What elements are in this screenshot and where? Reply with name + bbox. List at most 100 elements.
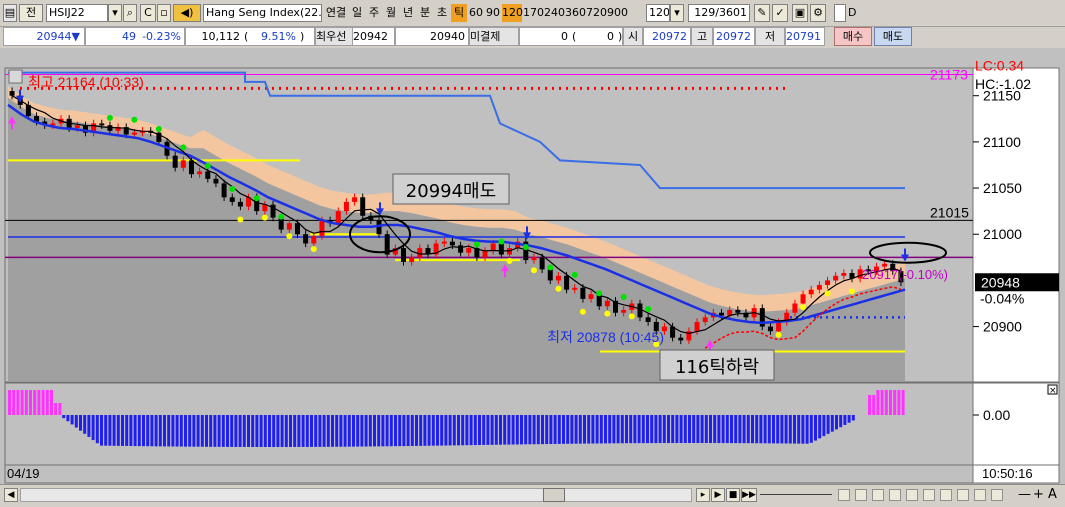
osc-bar-negative (499, 415, 502, 445)
period-5-button[interactable]: 분 (417, 4, 433, 22)
d-checkbox[interactable] (834, 4, 846, 22)
period-13-button[interactable]: 360 (565, 4, 586, 22)
period-1-button[interactable]: 일 (349, 4, 365, 22)
candle-body (588, 294, 594, 299)
period-12-button[interactable]: 240 (544, 4, 565, 22)
order-mode-select[interactable]: 전 (19, 4, 43, 22)
osc-bar-negative (70, 415, 74, 425)
osc-bar-negative (398, 415, 402, 447)
symbol-dropdown-icon[interactable]: ▾ (108, 4, 122, 22)
osc-bar-negative (410, 415, 414, 446)
yellow-signal-dot (579, 308, 586, 315)
tick-unit-field[interactable]: 120 (646, 4, 670, 22)
osc-bar-negative (658, 415, 662, 444)
period-4-button[interactable]: 년 (400, 4, 416, 22)
price-chart[interactable]: 20994매도 116틱하락 최고 21164 (10:33) 최저 20878 (1… (0, 48, 1065, 484)
fan-tool-icon[interactable] (906, 489, 918, 501)
osc-bar-negative (272, 415, 276, 447)
indicator-tool-icon[interactable]: ✓ (772, 4, 788, 22)
osc-bar-positive (884, 390, 888, 415)
osc-bar-negative (692, 415, 696, 444)
osc-bar-negative (494, 415, 498, 445)
fib-tool-icon[interactable] (889, 489, 901, 501)
period-0-button[interactable]: 연결 (324, 4, 348, 22)
buy-button[interactable]: 매수 (834, 27, 872, 46)
quote-row: 20944▼ 49 -0.23% 10,112 ( 9.51% ) 최우선 20… (0, 27, 1065, 47)
high-value: 20972 (713, 27, 755, 46)
osc-bar-negative (305, 415, 309, 447)
green-signal-dot (522, 244, 529, 251)
current-price-tag: 20948 (981, 274, 1020, 290)
period-3-button[interactable]: 월 (383, 4, 399, 22)
osc-bar-negative (196, 415, 200, 447)
zoom-in-icon[interactable]: + (1033, 487, 1044, 502)
screen-number-icon[interactable]: ▤ (3, 4, 17, 22)
scroll-left-icon[interactable]: ◀ (4, 488, 18, 502)
speed-slider[interactable] (760, 494, 832, 495)
osc-bar-negative (217, 415, 221, 447)
symbol-input[interactable]: HSIJ22 (46, 4, 108, 22)
font-size-icon[interactable]: A (1048, 487, 1057, 502)
osc-bar-negative (331, 415, 334, 447)
cycle-tool-icon[interactable] (957, 489, 969, 501)
rect3-tool-icon[interactable] (872, 489, 884, 501)
candle-body (645, 317, 651, 322)
osc-bar-negative (503, 415, 507, 445)
settings-gear-icon[interactable]: ⚙ (810, 4, 826, 22)
osc-bar-negative (100, 415, 103, 446)
play-button[interactable]: ▶ (711, 488, 725, 502)
zoom-out-icon[interactable]: — (1018, 487, 1031, 502)
osc-bar-negative (436, 415, 439, 446)
osc-bar-negative (751, 415, 754, 444)
osc-bar-negative (520, 415, 523, 445)
draw-tool-icon[interactable]: ✎ (754, 4, 770, 22)
level-21015-label: 21015 (930, 204, 969, 220)
candle-body (498, 243, 504, 255)
osc-bar-negative (373, 415, 376, 447)
period-14-button[interactable]: 720 (586, 4, 607, 22)
stop-button[interactable]: ■ (726, 488, 740, 502)
osc-bar-negative (419, 415, 423, 446)
chart-grid-icon[interactable] (8, 69, 23, 84)
period-2-button[interactable]: 주 (366, 4, 382, 22)
osc-bar-negative (415, 415, 418, 446)
scroll-thumb[interactable] (543, 488, 565, 502)
period-10-button[interactable]: 120 (502, 4, 523, 22)
save-icon[interactable]: ▣ (792, 4, 808, 22)
low-annotation: 최저 20878 (10:45) (547, 329, 664, 345)
play-back-button[interactable]: ▸ (696, 488, 710, 502)
osc-bar-negative (772, 415, 775, 444)
period-8-button[interactable]: 60 (468, 4, 484, 22)
osc-bar-negative (276, 415, 280, 447)
lock-icon[interactable]: ▫ (157, 4, 171, 22)
period-9-button[interactable]: 90 (485, 4, 501, 22)
rect2-tool-icon[interactable] (855, 489, 867, 501)
period-7-button[interactable]: 틱 (451, 4, 467, 22)
osc-bar-positive (868, 395, 871, 415)
pin-tool-icon[interactable] (991, 489, 1003, 501)
cycle-icon[interactable]: C (140, 4, 156, 22)
symbol-search-icon[interactable]: ⌕ (123, 4, 137, 22)
arc-tool-icon[interactable] (940, 489, 952, 501)
rect-tool-icon[interactable] (838, 489, 850, 501)
sell-button[interactable]: 매도 (874, 27, 912, 46)
osc-bar-negative (406, 415, 410, 447)
best-ask-value: 20942 (353, 27, 395, 46)
tick-unit-dropdown-icon[interactable]: ▾ (670, 4, 684, 22)
candle-body (702, 317, 708, 322)
period-6-button[interactable]: 초 (434, 4, 450, 22)
gann-tool-icon[interactable] (923, 489, 935, 501)
osc-bar-negative (524, 415, 528, 445)
fast-forward-button[interactable]: ▶▶ (741, 488, 757, 502)
osc-bar-negative (209, 415, 213, 447)
box-tool-icon[interactable] (974, 489, 986, 501)
data-count-field[interactable]: 129/3601 (688, 4, 750, 22)
period-11-button[interactable]: 170 (523, 4, 544, 22)
chart-scrollbar[interactable]: ◀ ▸ ▶ ■ ▶▶ — + A (0, 484, 1065, 507)
period-15-button[interactable]: 900 (607, 4, 628, 22)
scroll-track[interactable] (20, 488, 692, 502)
osc-bar-positive (872, 395, 876, 415)
speaker-icon[interactable]: ◀) (173, 4, 201, 22)
osc-bar-negative (574, 415, 578, 444)
candle-body (262, 204, 268, 212)
